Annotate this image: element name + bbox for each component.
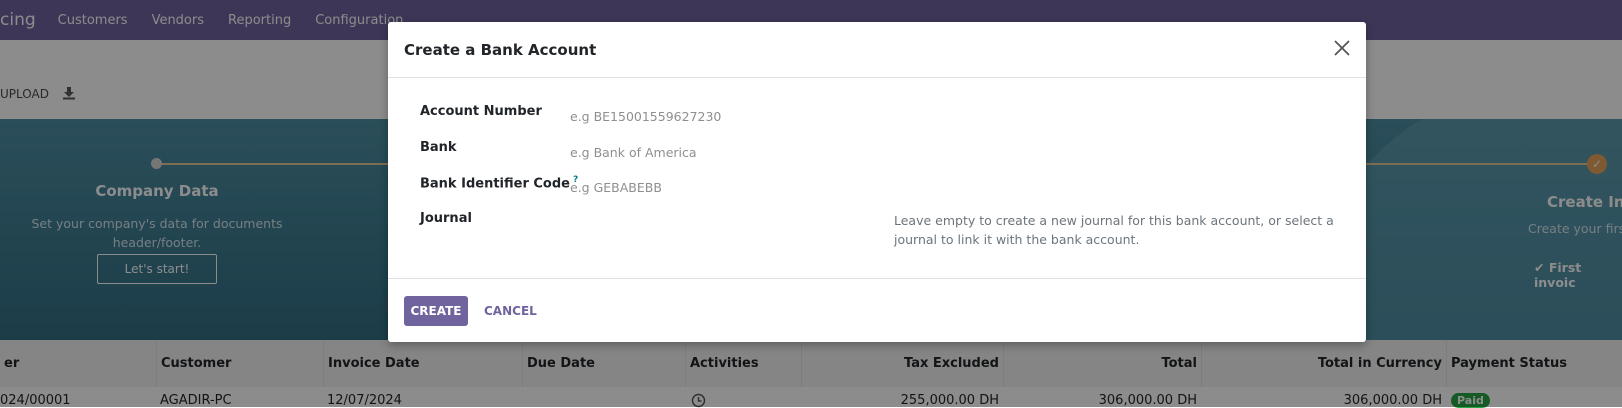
account-number-input[interactable] (570, 106, 870, 126)
create-bank-account-dialog: Create a Bank Account Account Number Ban… (388, 22, 1366, 342)
bic-label-text: Bank Identifier Code (420, 176, 570, 192)
bank-input[interactable] (570, 142, 870, 162)
account-number-label: Account Number (420, 104, 542, 119)
close-icon[interactable] (1332, 38, 1352, 58)
bank-label: Bank (420, 140, 457, 155)
journal-label: Journal (420, 211, 472, 226)
modal-title: Create a Bank Account (404, 41, 597, 59)
create-button[interactable]: CREATE (404, 296, 468, 326)
bic-label: Bank Identifier Code? (420, 175, 578, 191)
modal-header: Create a Bank Account (388, 22, 1366, 78)
journal-hint: Leave empty to create a new journal for … (894, 213, 1334, 247)
bic-input[interactable] (570, 177, 870, 197)
modal-footer: CREATE CANCEL (388, 278, 1366, 343)
cancel-button[interactable]: CANCEL (480, 296, 541, 326)
journal-input[interactable] (570, 212, 870, 232)
